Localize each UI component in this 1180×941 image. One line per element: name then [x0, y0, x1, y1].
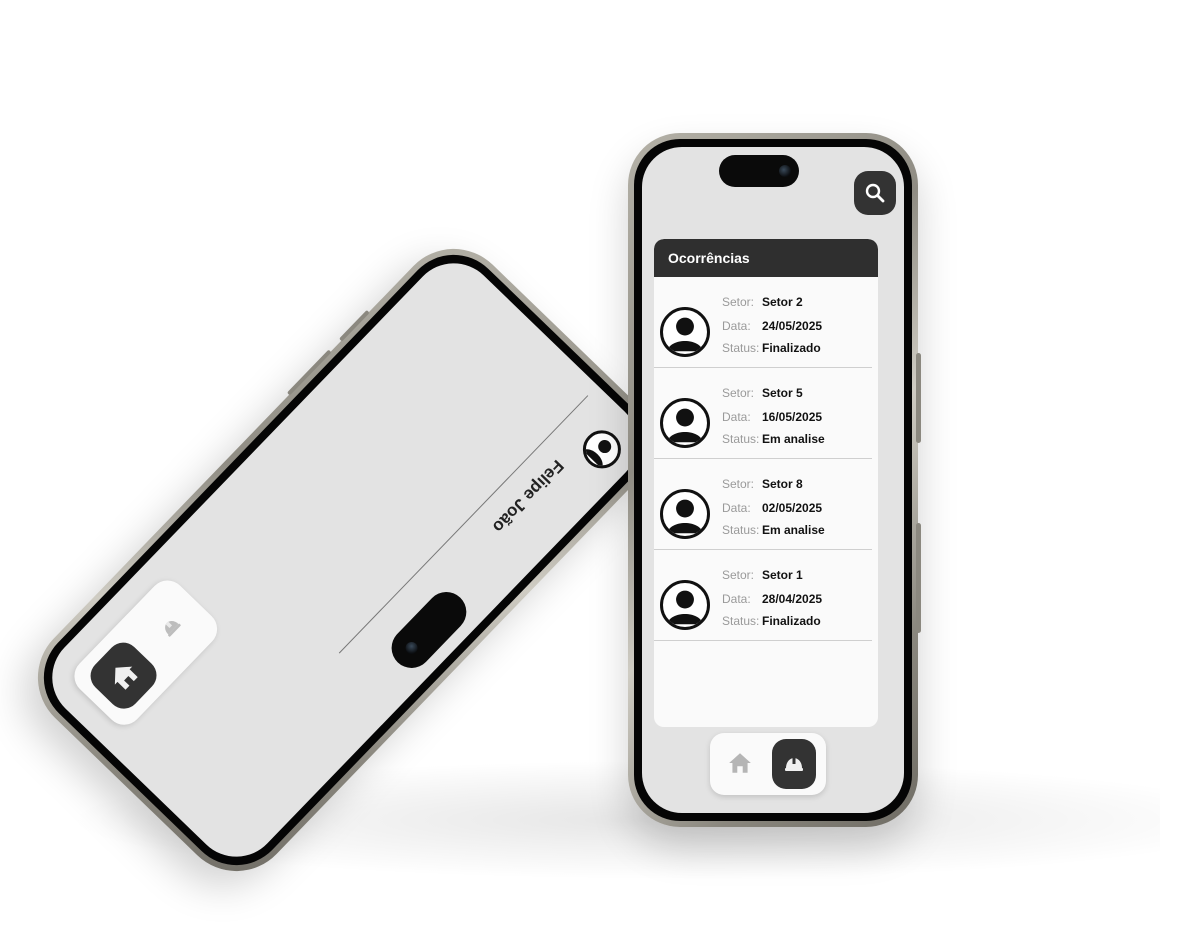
date-value: 02/05/2025 [762, 501, 823, 515]
date-row: Data: 24/05/2025 [722, 319, 822, 333]
field-label: Status: [722, 432, 760, 446]
status-row: Status: Em analise [722, 523, 825, 537]
profile-name: Felipe João [488, 456, 568, 537]
home-icon [114, 666, 138, 690]
sector-row: Setor: Setor 8 [722, 477, 803, 491]
list-item[interactable]: Setor: Setor 2 Data: 24/05/2025 Status: Fin… [654, 277, 872, 368]
sector-value: Setor 1 [762, 568, 803, 582]
camera [403, 639, 421, 657]
status-value: Finalizado [762, 614, 821, 628]
field-label: Data: [722, 592, 751, 606]
date-value: 24/05/2025 [762, 319, 823, 333]
field-label: Setor: [722, 386, 755, 400]
helmet-icon[interactable] [148, 604, 193, 649]
user-avatar-icon[interactable] [575, 422, 629, 477]
date-row: Data: 28/04/2025 [722, 592, 822, 606]
status-row: Status: Em analise [722, 432, 825, 446]
user-avatar-icon [660, 489, 710, 539]
status-row: Status: Finalizado [722, 614, 821, 628]
date-row: Data: 16/05/2025 [722, 410, 822, 424]
search-button[interactable] [854, 171, 896, 215]
side-button [916, 523, 921, 633]
home-icon [729, 753, 751, 773]
status-value: Em analise [762, 523, 825, 537]
field-label: Data: [722, 410, 751, 424]
field-label: Data: [722, 501, 751, 515]
helmet-icon [785, 758, 803, 771]
field-label: Setor: [722, 295, 755, 309]
sector-value: Setor 5 [762, 386, 803, 400]
sector-value: Setor 2 [762, 295, 803, 309]
user-avatar-icon [660, 398, 710, 448]
field-label: Status: [722, 341, 760, 355]
date-value: 28/04/2025 [762, 592, 823, 606]
section-title: Ocorrências [654, 239, 878, 277]
phone-right: Ocorrências Setor: Setor 2 Data: 24/05/202… [628, 133, 921, 827]
sector-row: Setor: Setor 5 [722, 386, 803, 400]
side-button [916, 353, 921, 443]
list-item[interactable]: Setor: Setor 1 Data: 28/04/2025 Status: Fin… [654, 550, 872, 641]
user-avatar-icon [660, 580, 710, 630]
bottom-nav [710, 733, 826, 795]
sector-row: Setor: Setor 2 [722, 295, 803, 309]
bezel: Ocorrências Setor: Setor 2 Data: 24/05/202… [634, 139, 912, 821]
field-label: Status: [722, 523, 760, 537]
bottom-nav [66, 573, 225, 733]
occurrences-screen: Ocorrências Setor: Setor 2 Data: 24/05/202… [642, 147, 904, 813]
user-avatar-icon [660, 307, 710, 357]
list-item[interactable]: Setor: Setor 5 Data: 16/05/2025 Status: Em … [654, 368, 872, 459]
search-icon [865, 183, 885, 203]
dynamic-island [719, 155, 799, 187]
date-value: 16/05/2025 [762, 410, 823, 424]
field-label: Status: [722, 614, 760, 628]
list-item[interactable]: Setor: Setor 8 Data: 02/05/2025 Status: Em … [654, 459, 872, 550]
sector-row: Setor: Setor 1 [722, 568, 803, 582]
home-button[interactable] [722, 745, 758, 781]
status-value: Finalizado [762, 341, 821, 355]
home-button[interactable] [83, 636, 164, 716]
occurrences-card: Ocorrências Setor: Setor 2 Data: 24/05/202… [654, 239, 878, 727]
field-label: Setor: [722, 568, 755, 582]
field-label: Data: [722, 319, 751, 333]
occurrences-button[interactable] [772, 739, 816, 789]
date-row: Data: 02/05/2025 [722, 501, 822, 515]
status-row: Status: Finalizado [722, 341, 821, 355]
sector-value: Setor 8 [762, 477, 803, 491]
status-value: Em analise [762, 432, 825, 446]
field-label: Setor: [722, 477, 755, 491]
camera [779, 165, 791, 177]
